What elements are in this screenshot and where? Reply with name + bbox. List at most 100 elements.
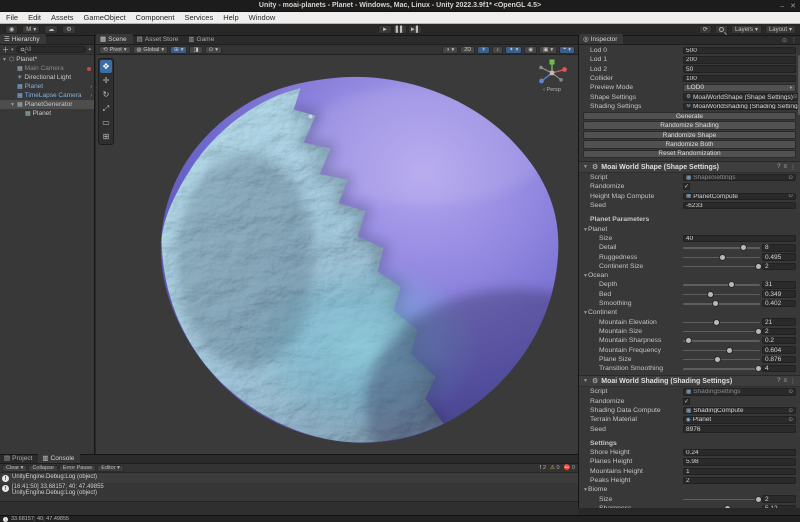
minimize-button[interactable]: – xyxy=(780,3,784,10)
kebab-menu-icon[interactable]: ⋮ xyxy=(790,378,796,385)
foldout-icon[interactable]: ▼ xyxy=(2,57,7,63)
hierarchy-item-planet[interactable]: ▦Planet xyxy=(0,109,94,118)
peaks-height-field[interactable]: 2 xyxy=(683,477,796,485)
account-button[interactable]: ◉ xyxy=(5,25,18,34)
tab-scene[interactable]: ▦Scene xyxy=(96,34,133,44)
hierarchy-item-timelapse-camera[interactable]: ▦TimeLapse Camera› xyxy=(0,91,94,100)
search-filter-icon[interactable]: ✦ xyxy=(88,47,92,53)
console-collapse-button[interactable]: Collapse xyxy=(28,465,57,472)
status-bar[interactable]: ! 33.68157; 40; 47.49855 xyxy=(0,515,800,522)
randomize-shading-button[interactable]: Randomize Shading xyxy=(583,121,796,129)
sharpness-slider[interactable] xyxy=(683,505,760,508)
object-picker-icon[interactable]: ⊙ xyxy=(788,417,793,423)
slider-knob[interactable] xyxy=(756,329,761,334)
menu-window[interactable]: Window xyxy=(249,13,276,22)
tab-console[interactable]: ▥Console xyxy=(38,453,80,463)
presets-icon[interactable]: ≡ xyxy=(783,164,787,171)
slider-knob[interactable] xyxy=(713,301,718,306)
mountain-elevation-value-field[interactable]: 21 xyxy=(762,318,796,326)
mountain-frequency-slider[interactable] xyxy=(683,347,760,354)
presets-icon[interactable]: ≡ xyxy=(783,378,787,385)
snap-toggle[interactable]: ◨ xyxy=(189,46,202,54)
depth-slider[interactable] xyxy=(683,281,760,288)
prefab-open-arrow-icon[interactable]: › xyxy=(90,84,92,90)
shore-height-field[interactable]: 0.24 xyxy=(683,449,796,457)
field-label[interactable]: ▼Continent xyxy=(583,309,683,316)
object-picker-icon[interactable]: ⊙ xyxy=(788,193,793,199)
depth-value-field[interactable]: 31 xyxy=(762,281,796,289)
mountain-sharpness-value-field[interactable]: 0.2 xyxy=(762,337,796,345)
shading-data-compute-object-field[interactable]: ▦ShadingCompute⊙ xyxy=(683,407,796,415)
add-gameobject-button[interactable]: ＋ xyxy=(2,45,9,55)
field-label[interactable]: ▼Ocean xyxy=(583,272,683,279)
randomize-checkbox[interactable]: ✓ xyxy=(683,398,690,405)
lighting-toggle[interactable]: ☀ xyxy=(477,46,490,54)
console-log-entry[interactable]: !UnityEngine.Debug:Log (object) xyxy=(0,473,578,483)
chevron-down-icon[interactable]: ▾ xyxy=(11,47,14,53)
size-slider[interactable] xyxy=(683,496,760,503)
size-value-field[interactable]: 2 xyxy=(762,495,796,503)
seed-field[interactable]: 8976 xyxy=(683,425,796,433)
menu-services[interactable]: Services xyxy=(184,13,213,22)
tab-game[interactable]: ▥Game xyxy=(184,34,220,44)
preview-mode-dropdown[interactable]: LOD0▾ xyxy=(683,84,796,92)
randomize-both-button[interactable]: Randomize Both xyxy=(583,140,796,148)
plane-size-value-field[interactable]: 0.876 xyxy=(762,356,796,364)
close-button[interactable]: ✕ xyxy=(790,2,796,10)
camera-settings-dropdown[interactable]: ▣▾ xyxy=(539,46,557,54)
layers-dropdown[interactable]: Layers▾ xyxy=(731,25,762,34)
version-control-status-button[interactable]: ⟳ xyxy=(699,25,712,34)
hierarchy-item-planetgenerator[interactable]: ▼▦PlanetGenerator xyxy=(0,100,94,109)
ruggedness-slider[interactable] xyxy=(683,254,760,261)
mountain-size-value-field[interactable]: 2 xyxy=(762,328,796,336)
slider-knob[interactable] xyxy=(708,292,713,297)
info-count-badge[interactable]: ! 2 xyxy=(540,465,546,471)
tab-project[interactable]: ▤Project xyxy=(0,453,38,463)
audio-toggle[interactable]: ♪ xyxy=(492,46,503,54)
menu-help[interactable]: Help xyxy=(223,13,238,22)
detail-value-field[interactable]: 8 xyxy=(762,244,796,252)
component-header-moai-world-shape-shape-settings[interactable]: ▼⚙Moai World Shape (Shape Settings)?≡⋮ xyxy=(579,161,800,173)
height-map-compute-object-field[interactable]: ▦PlanetCompute⊙ xyxy=(683,193,796,201)
help-icon[interactable]: ? xyxy=(777,378,780,385)
console-log-entry[interactable]: ![16:41:50] 33.68157; 40; 47.49855UnityE… xyxy=(0,483,578,497)
scale-tool[interactable]: ⤢ xyxy=(100,102,112,115)
kebab-menu-icon[interactable]: ⋮ xyxy=(791,37,797,44)
shading-settings-object-field[interactable]: ⚙MoaiWorldShading (Shading Settings)⊙ xyxy=(683,103,800,111)
component-header-moai-world-shading-shading-settings[interactable]: ▼⚙Moai World Shading (Shading Settings)?… xyxy=(579,375,800,387)
slider-knob[interactable] xyxy=(741,245,746,250)
slider-knob[interactable] xyxy=(727,348,732,353)
play-button[interactable]: ► xyxy=(378,25,392,34)
randomize-checkbox[interactable]: ✓ xyxy=(683,183,690,190)
bed-value-field[interactable]: 0.349 xyxy=(762,290,796,298)
console-error-pause-button[interactable]: Error Pause xyxy=(59,465,96,472)
menu-assets[interactable]: Assets xyxy=(51,13,74,22)
slider-knob[interactable] xyxy=(756,366,761,371)
menu-component[interactable]: Component xyxy=(136,13,175,22)
mountain-size-slider[interactable] xyxy=(683,328,760,335)
script-object-field[interactable]: ▦ShadingSettings⊙ xyxy=(683,388,796,396)
transition-smoothing-slider[interactable] xyxy=(683,365,760,372)
slider-knob[interactable] xyxy=(686,338,691,343)
bed-slider[interactable] xyxy=(683,291,760,298)
generate-button[interactable]: Generate xyxy=(583,112,796,120)
shading-mode-dropdown[interactable]: ◑▾ xyxy=(442,46,458,54)
2d-toggle[interactable]: 2D xyxy=(460,46,475,54)
layout-dropdown[interactable]: Layout▾ xyxy=(765,25,796,34)
ruggedness-value-field[interactable]: 0.495 xyxy=(762,253,796,261)
lod-1-field[interactable]: 200 xyxy=(683,56,796,64)
console-clear-button[interactable]: Clear ▾ xyxy=(2,465,27,472)
field-label[interactable]: ▼Biome xyxy=(583,486,683,493)
lod-2-field[interactable]: 50 xyxy=(683,65,796,73)
reset-randomization-button[interactable]: Reset Randomization xyxy=(583,150,796,158)
hierarchy-item-planet[interactable]: ▼⬡Planet* xyxy=(0,55,94,64)
shape-settings-object-field[interactable]: ⚙MoaiWorldShape (Shape Settings)⊙ xyxy=(683,93,800,101)
transform-tool[interactable]: ⊞ xyxy=(100,130,112,143)
warning-count-badge[interactable]: ⚠ 0 xyxy=(550,465,560,471)
terrain-material-object-field[interactable]: ◉Planet⊙ xyxy=(683,416,796,424)
services-button[interactable]: ⚙ xyxy=(62,25,75,34)
handle-rotation-dropdown[interactable]: ◍Global▾ xyxy=(133,46,168,54)
mountain-elevation-slider[interactable] xyxy=(683,319,760,326)
lock-icon[interactable]: ⊙ xyxy=(782,37,787,44)
step-button[interactable]: ►▌ xyxy=(408,25,422,34)
